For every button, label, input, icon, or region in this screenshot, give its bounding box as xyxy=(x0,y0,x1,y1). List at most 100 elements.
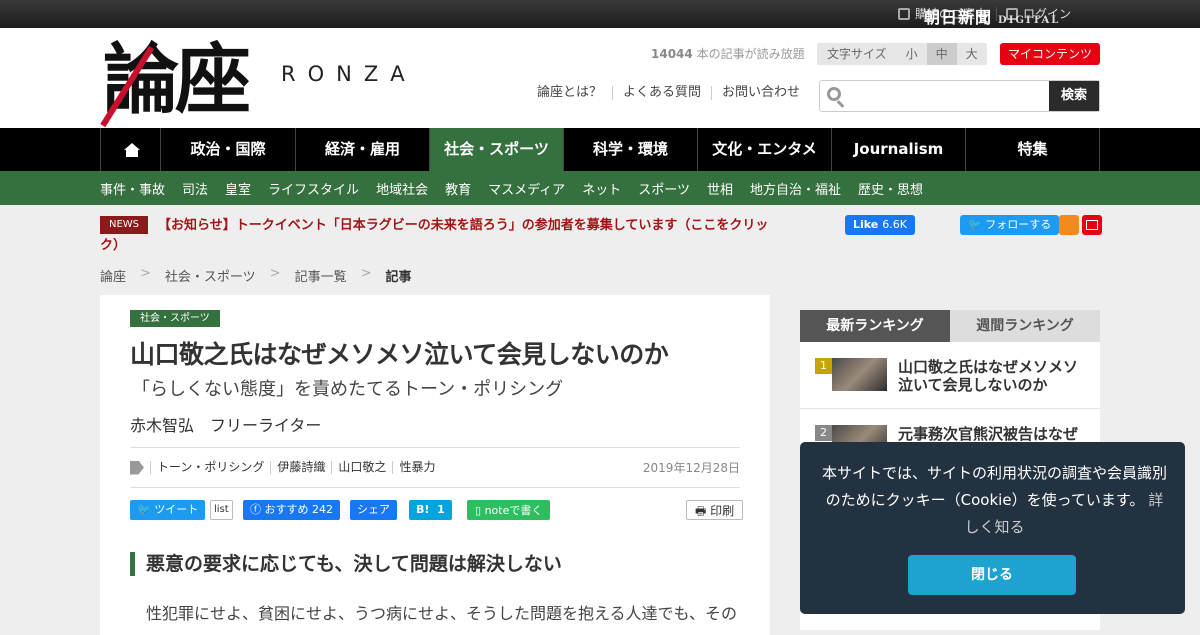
hatena-count: 1 xyxy=(437,503,445,516)
tag-link[interactable]: 伊藤詩織 xyxy=(270,461,331,474)
article-section-heading: 悪意の要求に応じても、決して問題は解決しない xyxy=(130,552,562,576)
tag-link[interactable]: 性暴力 xyxy=(392,461,441,474)
nav-culture[interactable]: 文化・エンタメ xyxy=(698,128,832,171)
subnav-education[interactable]: 教育 xyxy=(445,179,471,198)
share-bar: 🐦 ツイート list ⓕ おすすめ 242 シェア B! 1 ▯ noteで書… xyxy=(130,500,744,522)
subnav-imperial[interactable]: 皇室 xyxy=(225,179,251,198)
asahi-digital-logo[interactable]: 朝日新聞 DIGITAL xyxy=(924,4,1061,30)
tw-follow-label: フォローする xyxy=(985,218,1052,231)
news-badge: NEWS xyxy=(100,216,149,234)
facebook-like-button[interactable]: Like 6.6K xyxy=(845,215,915,235)
nav-economy[interactable]: 経済・雇用 xyxy=(296,128,430,171)
fb-share-button[interactable]: シェア xyxy=(350,500,397,520)
sub-nav: 事件・事故 司法 皇室 ライフスタイル 地域社会 教育 マスメディア ネット ス… xyxy=(0,171,1200,205)
tweet-button[interactable]: 🐦 ツイート xyxy=(130,500,206,520)
tag-link[interactable]: トーン・ポリシング xyxy=(150,461,270,474)
subnav-media[interactable]: マスメディア xyxy=(488,179,565,198)
nav-science[interactable]: 科学・環境 xyxy=(564,128,698,171)
cookie-close-button[interactable]: 閉じる xyxy=(908,555,1076,595)
ronza-logo[interactable]: 論座 RONZA xyxy=(100,35,453,128)
font-size-large-button[interactable]: 大 xyxy=(957,43,987,65)
ranking-item[interactable]: 1 山口敬之氏はなぜメソメソ泣いて会見しないのか xyxy=(815,358,1095,394)
twitter-follow-button[interactable]: 🐦 フォローする xyxy=(960,215,1060,235)
main-nav: 政治・国際 経済・雇用 社会・スポーツ 科学・環境 文化・エンタメ Journa… xyxy=(0,128,1200,171)
about-link[interactable]: 論座とは？ xyxy=(537,86,612,100)
twitter-list-button[interactable]: list xyxy=(210,500,233,520)
cookie-message: 本サイトでは、サイトの利用状況の調査や会員識別のためにクッキー（Cookie）を… xyxy=(822,460,1167,541)
font-size-selector: 文字サイズ 小 中 大 xyxy=(817,43,987,65)
tab-latest-ranking[interactable]: 最新ランキング xyxy=(800,310,950,342)
ranking-title: 山口敬之氏はなぜメソメソ泣いて会見しないのか xyxy=(898,358,1079,394)
breadcrumb-list[interactable]: 記事一覧 xyxy=(295,266,347,285)
tab-weekly-ranking[interactable]: 週間ランキング xyxy=(950,310,1100,342)
font-size-small-button[interactable]: 小 xyxy=(897,43,927,65)
social-buttons: Like 6.6K 🐦 フォローする xyxy=(845,215,1102,235)
cookie-text: 本サイトでは、サイトの利用状況の調査や会員識別のためにクッキー（Cookie）を… xyxy=(822,464,1168,509)
divider xyxy=(800,408,1100,409)
logo-kanji: 論座 xyxy=(103,35,251,124)
fb-like-label: Like xyxy=(853,218,879,231)
top-bar: 購読のご案内 ログイン 朝日新聞 DIGITAL xyxy=(0,0,1200,30)
rank-number: 1 xyxy=(815,358,832,374)
nav-society-sports[interactable]: 社会・スポーツ xyxy=(430,128,564,171)
breadcrumb-separator: > xyxy=(269,266,281,281)
home-icon[interactable] xyxy=(101,128,161,171)
ranking-title: 元事務次官熊沢被告はなぜ xyxy=(898,425,1079,443)
brand-sub: DIGITAL xyxy=(998,15,1061,26)
hatena-bookmark-button[interactable]: B! 1 xyxy=(409,500,452,520)
subnav-local-gov[interactable]: 地方自治・福祉 xyxy=(750,179,841,198)
subnav-history[interactable]: 歴史・思想 xyxy=(858,179,923,198)
article-title: 山口敬之氏はなぜメソメソ泣いて会見しないのか xyxy=(130,340,669,369)
breadcrumb-home[interactable]: 論座 xyxy=(100,266,126,285)
news-notice[interactable]: NEWS 【お知らせ】トークイベント「日本ラグビーの未来を語ろう」の参加者を募集… xyxy=(100,216,780,256)
article-category-badge[interactable]: 社会・スポーツ xyxy=(130,310,220,327)
subnav-community[interactable]: 地域社会 xyxy=(376,179,428,198)
subnav-net[interactable]: ネット xyxy=(582,179,621,198)
search-input[interactable] xyxy=(850,81,1049,111)
subnav-lifestyle[interactable]: ライフスタイル xyxy=(268,179,359,198)
article-card: 社会・スポーツ 山口敬之氏はなぜメソメソ泣いて会見しないのか 「らしくない態度」… xyxy=(100,295,770,635)
tag-icon xyxy=(130,460,144,475)
mail-icon[interactable] xyxy=(1082,215,1102,235)
note-button[interactable]: ▯ noteで書く xyxy=(467,500,551,520)
ranking-thumbnail xyxy=(832,358,887,391)
subnav-social-trends[interactable]: 世相 xyxy=(707,179,733,198)
subnav-incidents[interactable]: 事件・事故 xyxy=(100,179,165,198)
article-tags: トーン・ポリシング 伊藤詩織 山口敬之 性暴力 2019年12月28日 xyxy=(130,447,740,488)
breadcrumb-category[interactable]: 社会・スポーツ xyxy=(165,266,256,285)
my-contents-button[interactable]: マイコンテンツ xyxy=(1000,43,1100,65)
nav-politics[interactable]: 政治・国際 xyxy=(161,128,296,171)
font-size-label: 文字サイズ xyxy=(827,47,887,61)
font-size-medium-button[interactable]: 中 xyxy=(926,43,957,65)
brand-name: 朝日新聞 xyxy=(924,8,993,27)
fb-like-count: 6.6K xyxy=(882,218,907,231)
article-paragraph: 性犯罪にせよ、貧困にせよ、うつ病にせよ、そうした問題を抱える人達でも、その xyxy=(146,604,738,623)
nav-features[interactable]: 特集 xyxy=(966,128,1100,171)
logo-roman: RONZA xyxy=(281,62,417,86)
fb-recommend-button[interactable]: ⓕ おすすめ 242 xyxy=(243,500,340,520)
subnav-judiciary[interactable]: 司法 xyxy=(182,179,208,198)
news-text[interactable]: 【お知らせ】トークイベント「日本ラグビーの未来を語ろう」の参加者を募集しています… xyxy=(100,216,780,256)
search-icon xyxy=(820,81,850,111)
print-label: 印刷 xyxy=(710,504,735,518)
article-author[interactable]: 赤木智弘 フリーライター xyxy=(130,412,321,436)
tag-link[interactable]: 山口敬之 xyxy=(331,461,392,474)
search-button[interactable]: 検索 xyxy=(1049,81,1099,111)
article-subtitle: 「らしくない態度」を責めたてるトーン・ポリシング xyxy=(132,379,564,400)
breadcrumb-separator: > xyxy=(360,266,372,281)
article-count-number: 14044 xyxy=(651,47,693,61)
breadcrumb-separator: > xyxy=(140,266,151,281)
ranking-tabs: 最新ランキング 週間ランキング xyxy=(800,310,1100,342)
note-label: noteで書く xyxy=(484,504,543,517)
breadcrumb: 論座 > 社会・スポーツ > 記事一覧 > 記事 xyxy=(100,266,412,285)
contact-link[interactable]: お問い合わせ xyxy=(711,86,810,100)
search-box: 検索 xyxy=(819,80,1100,112)
print-button[interactable]: 🖶 印刷 xyxy=(686,500,744,520)
breadcrumb-current: 記事 xyxy=(385,270,412,285)
subnav-sports[interactable]: スポーツ xyxy=(638,179,690,198)
faq-link[interactable]: よくある質問 xyxy=(612,86,711,100)
hatena-label: B! xyxy=(416,503,430,516)
rss-icon[interactable] xyxy=(1059,215,1079,235)
nav-journalism[interactable]: Journalism xyxy=(832,128,966,171)
article-date: 2019年12月28日 xyxy=(642,461,740,475)
